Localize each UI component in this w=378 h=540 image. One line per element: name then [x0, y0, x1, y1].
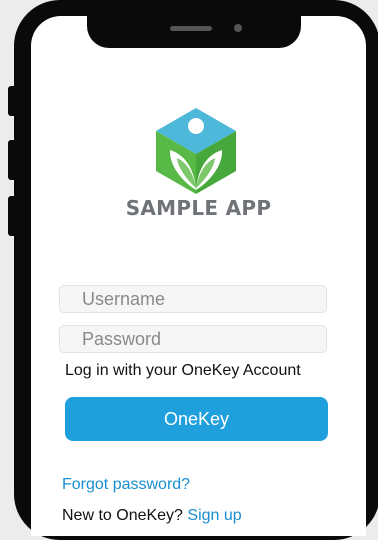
- phone-notch: [87, 16, 301, 48]
- app-title: SAMPLE APP: [125, 196, 272, 220]
- password-input[interactable]: [59, 325, 327, 353]
- login-hint-text: Log in with your OneKey Account: [65, 362, 301, 379]
- signup-row: New to OneKey? Sign up: [62, 507, 242, 525]
- speaker-grille: [170, 26, 212, 31]
- new-user-prompt: New to OneKey?: [62, 507, 183, 524]
- phone-volume-up-button: [8, 140, 14, 180]
- front-camera: [234, 24, 242, 32]
- onekey-login-button[interactable]: OneKey: [65, 397, 328, 441]
- forgot-password-link[interactable]: Forgot password?: [62, 476, 190, 494]
- hexagon-leaf-logo-icon: [156, 108, 236, 194]
- sign-up-link[interactable]: Sign up: [187, 507, 241, 524]
- username-input[interactable]: [59, 285, 327, 313]
- phone-volume-down-button: [8, 196, 14, 236]
- phone-side-button: [8, 86, 14, 116]
- phone-screen: SAMPLE APP Log in with your OneKey Accou…: [31, 16, 366, 536]
